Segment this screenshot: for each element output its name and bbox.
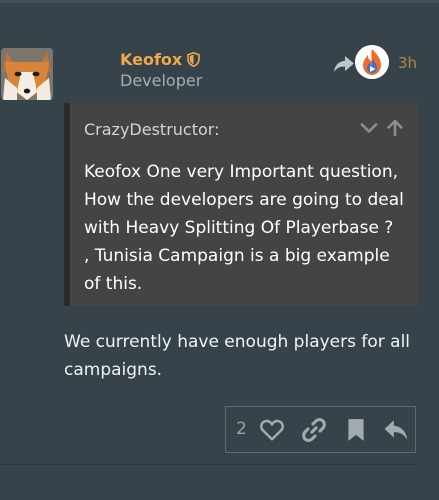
author-title: Developer (120, 71, 203, 90)
quote-border (64, 103, 70, 306)
arrow-up-icon[interactable] (385, 118, 405, 138)
quote-text: Keofox One very Important question, How … (84, 162, 404, 294)
link-icon[interactable] (301, 417, 327, 443)
reply-icon[interactable] (383, 417, 409, 443)
quote-author: CrazyDestructor: (84, 120, 220, 139)
shield-icon (187, 52, 201, 67)
bookmark-icon[interactable] (343, 417, 369, 443)
quote-block: CrazyDestructor: Keofox One very Importa… (64, 103, 419, 306)
heart-icon[interactable] (259, 417, 285, 443)
post-time[interactable]: 3h (398, 54, 417, 72)
avatar[interactable] (1, 48, 53, 100)
share-arrow-icon[interactable] (333, 54, 355, 74)
bottom-divider (0, 464, 417, 465)
fox-avatar-icon (1, 48, 53, 100)
post-actions: 2 (225, 406, 416, 453)
app-badge-icon (355, 45, 389, 79)
chevron-down-icon[interactable] (359, 118, 379, 138)
quote-controls (359, 118, 405, 138)
app-badge[interactable] (355, 45, 389, 79)
top-divider (0, 0, 439, 3)
author-name[interactable]: Keofox (120, 50, 201, 69)
post-body: We currently have enough players for all… (64, 332, 411, 380)
like-count[interactable]: 2 (236, 419, 247, 439)
author-name-text[interactable]: Keofox (120, 50, 182, 69)
